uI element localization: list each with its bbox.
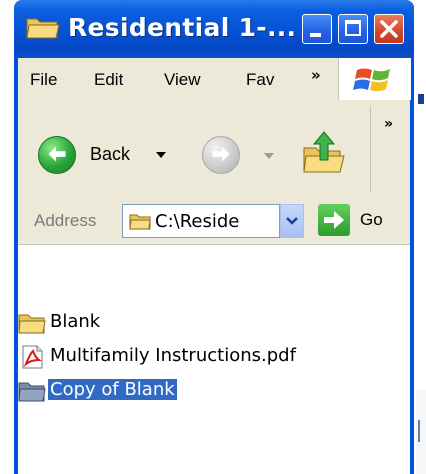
file-name: Multifamily Instructions.pdf [50,345,296,366]
chevron-down-icon[interactable] [156,152,166,158]
go-label: Go [360,210,383,229]
minimize-button[interactable] [302,14,332,44]
menu-overflow-chevron[interactable]: » [311,66,321,84]
background-fragment [418,94,424,104]
maximize-icon [345,20,361,36]
folder-icon [129,214,151,230]
minimize-icon [310,33,321,37]
address-value: C:\Reside [155,211,240,232]
chevron-down-icon[interactable] [264,153,274,159]
up-folder-icon[interactable] [300,130,346,176]
window-title: Residential 1-... [68,13,297,42]
file-name: Copy of Blank [48,379,177,400]
go-button[interactable]: Go [318,204,398,238]
menu-file[interactable]: File [30,70,57,90]
explorer-window: Residential 1-... File Edit View Fav » B… [14,0,414,474]
pdf-file-icon [22,345,43,369]
toolbar-separator [370,106,371,192]
address-input[interactable]: C:\Reside [122,204,280,238]
standard-toolbar: Back » [18,100,410,199]
chevron-down-icon [286,217,298,225]
windows-logo-icon [353,68,390,92]
back-arrow-icon [38,136,76,174]
folder-icon [18,382,46,402]
background-fragment [418,420,424,442]
forward-arrow-icon[interactable] [202,136,240,174]
menu-edit[interactable]: Edit [94,70,123,90]
address-bar: Address C:\Reside Go [18,198,410,245]
menu-bar: File Edit View Fav » [18,58,338,101]
desktop-background-left [0,0,14,474]
menu-view[interactable]: View [164,70,201,90]
file-list: Blank Multifamily Instructions.pdf Copy … [18,245,410,474]
menu-favorites[interactable]: Fav [246,70,274,90]
address-dropdown-button[interactable] [280,204,304,238]
file-name: Blank [50,311,101,332]
windows-logo-area [338,58,411,100]
background-window-edge [416,0,426,474]
title-bar[interactable]: Residential 1-... [14,0,414,58]
close-button[interactable] [374,14,404,44]
back-label: Back [90,144,131,164]
address-label: Address [34,211,97,230]
go-arrow-icon [318,204,350,236]
toolbar-overflow-chevron[interactable]: » [384,116,393,132]
window-client-area: File Edit View Fav » Back » Address C:\R… [18,58,411,474]
maximize-button[interactable] [338,14,368,44]
folder-icon [26,18,60,39]
back-button[interactable]: Back [38,136,172,176]
folder-icon [18,314,46,334]
close-icon [380,20,398,38]
